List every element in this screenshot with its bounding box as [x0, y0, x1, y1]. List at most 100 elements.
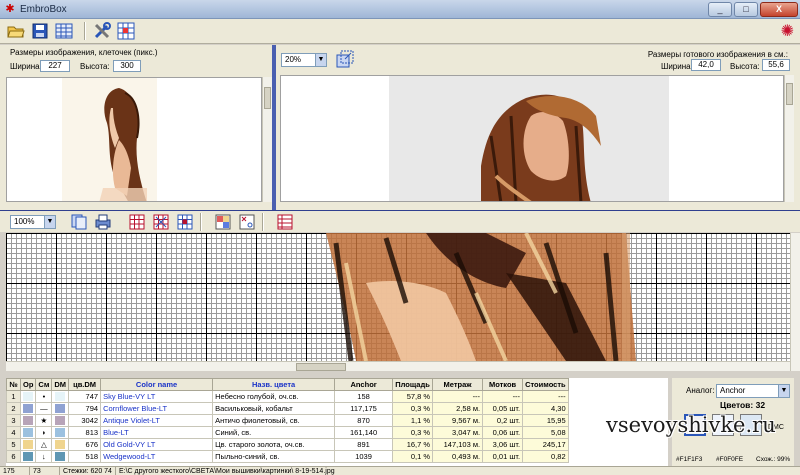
cell-color-name[interactable]: Blue-LT [100, 426, 214, 439]
col-russian-name[interactable]: Назв. цвета [212, 378, 336, 391]
table-row[interactable]: 5 △ 676 Old Gold-VY LT Цв. старого золота, о… [6, 438, 569, 451]
color-pattern-icon[interactable] [214, 213, 232, 231]
cell-skeins[interactable]: 0,05 шт. [482, 402, 524, 415]
cell-russian-name[interactable]: Пыльно-синий, св. [212, 450, 336, 463]
cell-russian-name[interactable]: Синий, св. [212, 426, 336, 439]
cell-symbol[interactable]: ★ [35, 414, 53, 427]
col-original[interactable]: Ор [19, 378, 37, 391]
cell-symbol[interactable]: ↓ [35, 450, 53, 463]
cell-cost[interactable]: 0,82 [522, 450, 569, 463]
cell-area[interactable]: 0,3 % [392, 426, 434, 439]
cell-symbol[interactable]: △ [35, 438, 53, 451]
cell-area[interactable]: 1,1 % [392, 414, 434, 427]
cell-dm-swatch[interactable] [51, 438, 70, 451]
cell-meters[interactable]: 3,047 м. [432, 426, 484, 439]
col-cost[interactable]: Стоимость [522, 378, 569, 391]
cell-skeins[interactable]: 0,2 шт. [482, 414, 524, 427]
cell-cost[interactable]: 245,17 [522, 438, 569, 451]
cell-area[interactable]: 0,1 % [392, 450, 434, 463]
cell-anchor[interactable]: 1039 [334, 450, 394, 463]
cell-original-swatch[interactable] [19, 426, 37, 439]
cell-meters[interactable]: 9,567 м. [432, 414, 484, 427]
col-area[interactable]: Площадь [392, 378, 434, 391]
cell-cost[interactable]: 15,95 [522, 414, 569, 427]
cell-color-name[interactable]: Antique Violet-LT [100, 414, 214, 427]
cell-meters[interactable]: 2,58 м. [432, 402, 484, 415]
grid-red-cross-icon[interactable] [152, 213, 170, 231]
source-width-field[interactable]: 227 [40, 60, 70, 72]
cell-russian-name[interactable]: Цв. старого золота, оч.св. [212, 438, 336, 451]
cell-symbol[interactable]: ◗ [35, 426, 53, 439]
grid-red-icon[interactable] [128, 213, 146, 231]
cell-original-swatch[interactable] [19, 438, 37, 451]
cell-dm-code[interactable]: 3042 [68, 414, 102, 427]
cell-area[interactable]: 0,3 % [392, 402, 434, 415]
pattern-grid[interactable] [6, 233, 790, 361]
save-icon[interactable] [30, 21, 50, 41]
cell-cost[interactable]: 4,30 [522, 402, 569, 415]
cell-dm-swatch[interactable] [51, 390, 70, 403]
cell-area[interactable]: 57,8 % [392, 390, 434, 403]
palette-table-icon[interactable] [54, 21, 74, 41]
cell-skeins[interactable]: 3,06 шт. [482, 438, 524, 451]
cell-dm-code[interactable]: 676 [68, 438, 102, 451]
legend-table-icon[interactable] [276, 213, 294, 231]
copy-pattern-icon[interactable] [70, 213, 88, 231]
source-vertical-scrollbar[interactable] [262, 77, 272, 202]
cell-anchor[interactable]: 158 [334, 390, 394, 403]
cell-original-swatch[interactable] [19, 414, 37, 427]
tools-icon[interactable] [92, 21, 112, 41]
col-number[interactable]: № [6, 378, 21, 391]
cell-number[interactable]: 3 [6, 414, 21, 427]
table-row[interactable]: 2 — 794 Cornflower Blue-LT Васильковый, коба… [6, 402, 569, 415]
cell-number[interactable]: 5 [6, 438, 21, 451]
cell-meters[interactable]: --- [432, 390, 484, 403]
cell-cost[interactable]: --- [522, 390, 569, 403]
col-anchor[interactable]: Anchor [334, 378, 394, 391]
cell-color-name[interactable]: Old Gold-VY LT [100, 438, 214, 451]
cell-dm-code[interactable]: 747 [68, 390, 102, 403]
pattern-horizontal-scrollbar[interactable] [6, 361, 790, 371]
cell-number[interactable]: 1 [6, 390, 21, 403]
source-height-field[interactable]: 300 [113, 60, 141, 72]
cell-dm-code[interactable]: 813 [68, 426, 102, 439]
cell-number[interactable]: 2 [6, 402, 21, 415]
cell-anchor[interactable]: 891 [334, 438, 394, 451]
maximize-button[interactable]: □ [734, 1, 758, 17]
cell-number[interactable]: 4 [6, 426, 21, 439]
table-row[interactable]: 4 ◗ 813 Blue-LT Синий, св. 161,140 0,3 % 3,047 … [6, 426, 569, 439]
col-dm[interactable]: DM [51, 378, 70, 391]
cell-dm-swatch[interactable] [51, 426, 70, 439]
cell-original-swatch[interactable] [19, 450, 37, 463]
col-meters[interactable]: Метраж [432, 378, 484, 391]
cell-dm-swatch[interactable] [51, 450, 70, 463]
cell-meters[interactable]: 147,103 м. [432, 438, 484, 451]
cell-anchor[interactable]: 870 [334, 414, 394, 427]
preview-vertical-scrollbar[interactable] [784, 75, 794, 202]
table-row[interactable]: 3 ★ 3042 Antique Violet-LT Античо фиолетовый… [6, 414, 569, 427]
col-mix[interactable]: См [35, 378, 53, 391]
result-width-field[interactable]: 42,0 [691, 59, 721, 71]
cell-color-name[interactable]: Sky Blue-VY LT [100, 390, 214, 403]
close-button[interactable]: X [760, 1, 798, 17]
settings-grid-icon[interactable] [116, 21, 136, 41]
cell-original-swatch[interactable] [19, 390, 37, 403]
grid-blue-icon[interactable] [176, 213, 194, 231]
table-row[interactable]: 1 • 747 Sky Blue-VY LT Небесно голубой, оч.с… [6, 390, 569, 403]
cell-color-name[interactable]: Wedgewood-LT [100, 450, 214, 463]
cell-symbol[interactable]: — [35, 402, 53, 415]
pattern-vertical-scrollbar[interactable] [790, 233, 800, 371]
cell-symbol[interactable]: • [35, 390, 53, 403]
cell-skeins[interactable]: --- [482, 390, 524, 403]
minimize-button[interactable]: _ [708, 1, 732, 17]
cell-area[interactable]: 16,7 % [392, 438, 434, 451]
table-row[interactable]: 6 ↓ 518 Wedgewood-LT Пыльно-синий, св. 1039 0,… [6, 450, 569, 463]
cell-russian-name[interactable]: Небесно голубой, оч.св. [212, 390, 336, 403]
cell-number[interactable]: 6 [6, 450, 21, 463]
open-folder-icon[interactable] [6, 21, 26, 41]
col-skeins[interactable]: Мотков [482, 378, 524, 391]
cell-meters[interactable]: 0,493 м. [432, 450, 484, 463]
cell-dm-code[interactable]: 794 [68, 402, 102, 415]
cell-russian-name[interactable]: Васильковый, кобальт [212, 402, 336, 415]
symbol-pattern-icon[interactable] [238, 213, 256, 231]
